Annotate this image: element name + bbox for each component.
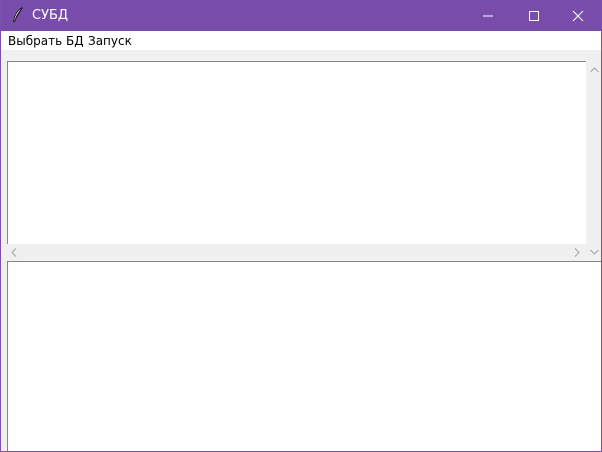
minimize-icon: [483, 15, 493, 17]
chevron-up-icon[interactable]: [590, 67, 599, 73]
menu-bar: Выбрать БД Запуск: [1, 31, 601, 50]
maximize-icon: [529, 11, 539, 21]
menu-item-run[interactable]: Запуск: [88, 33, 132, 49]
menu-item-select-db[interactable]: Выбрать БД: [8, 33, 84, 49]
results-area[interactable]: [7, 261, 601, 451]
close-icon: [572, 10, 584, 22]
window-title: СУБД: [32, 8, 69, 23]
query-editor[interactable]: [7, 61, 586, 244]
feather-icon: [9, 6, 27, 24]
close-button[interactable]: [555, 0, 601, 31]
chevron-left-icon[interactable]: [11, 248, 17, 257]
chevron-down-icon[interactable]: [590, 249, 599, 255]
minimize-button[interactable]: [465, 0, 511, 31]
chevron-right-icon[interactable]: [574, 248, 580, 257]
vertical-scrollbar[interactable]: [586, 61, 601, 261]
title-bar[interactable]: СУБД: [1, 0, 601, 31]
horizontal-scrollbar[interactable]: [7, 244, 586, 261]
app-window: СУБД Выбрать БД Запуск: [0, 0, 602, 452]
maximize-button[interactable]: [511, 0, 557, 31]
